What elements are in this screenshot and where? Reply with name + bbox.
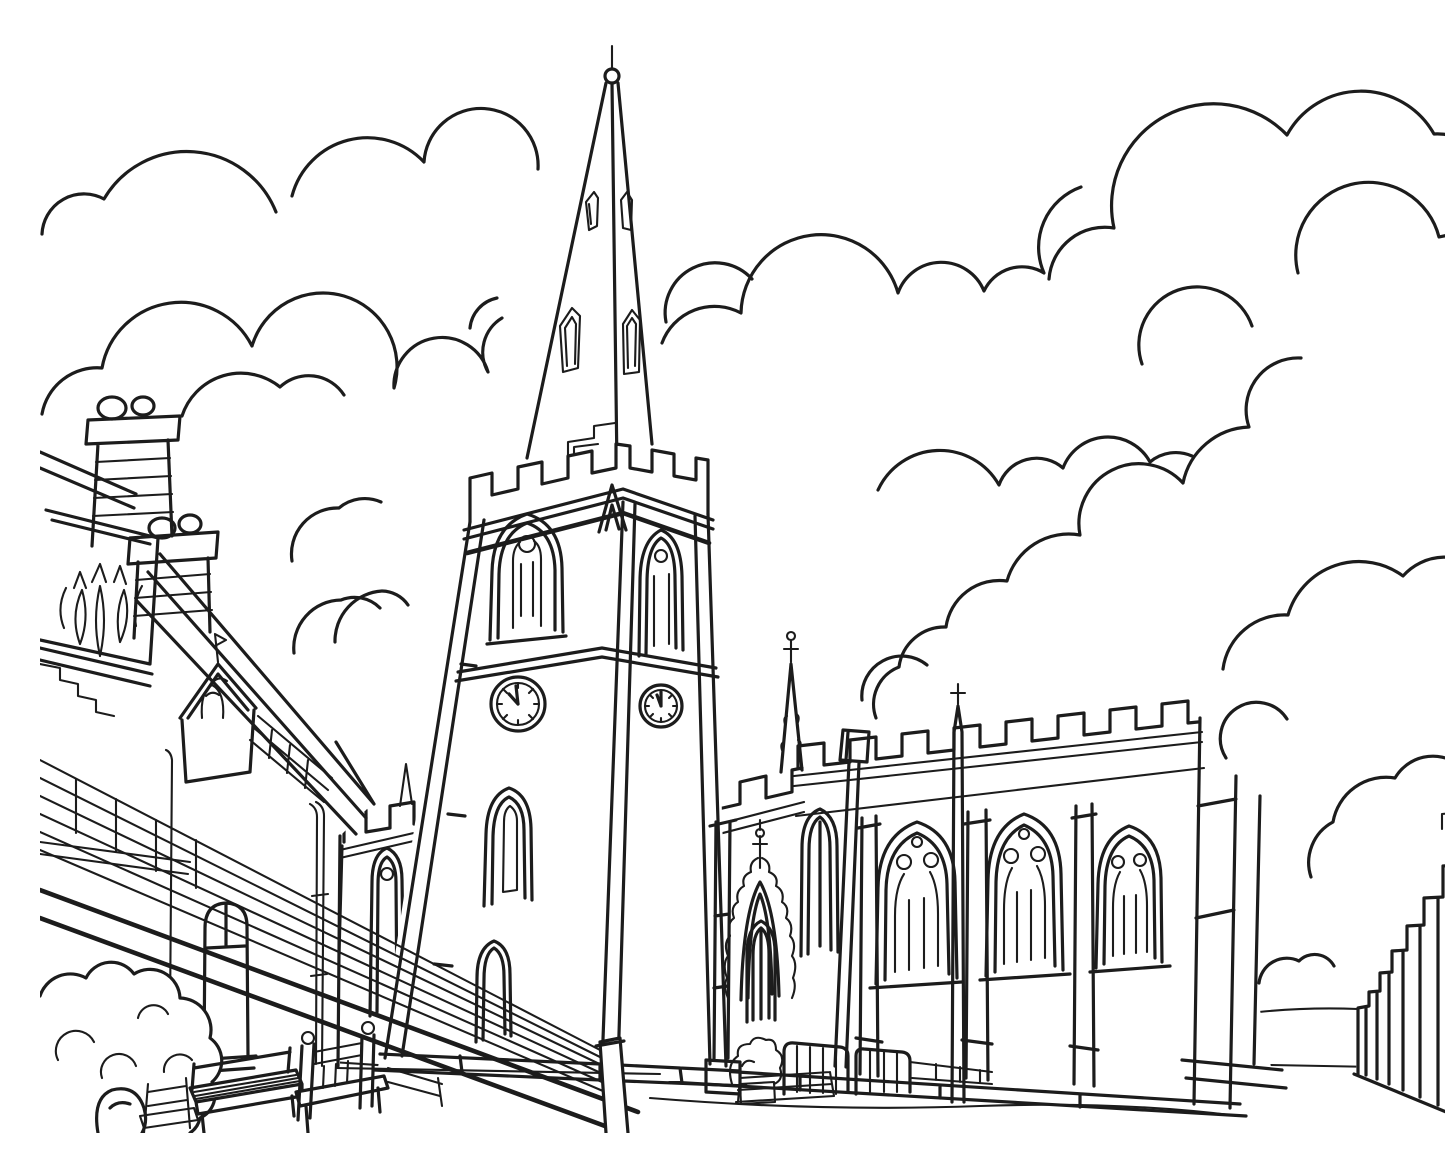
tower-face [376,442,730,1081]
line-art-scene [40,16,1445,1133]
cloud [182,373,344,416]
chimney-pot [132,397,154,415]
cloud [862,656,927,700]
cloud [1220,702,1445,877]
cloud [874,358,1301,718]
cloud [1223,557,1445,669]
porch-pinnacle-cross [784,640,798,662]
chimney-pot [98,397,126,419]
artwork-strokes [40,46,1445,1133]
porch-pinnacle-ball [787,632,795,640]
chimney-pot [179,515,201,533]
cloud [1139,287,1252,364]
flag-staff-cross [951,684,965,704]
right-pilaster-row [1259,810,1445,1133]
pilaster-row-face [1356,827,1445,1133]
cloud [42,108,538,328]
cloud [1049,91,1445,279]
cloud [1259,954,1334,983]
church-tower [374,46,746,1086]
coloring-page: Black-and-white line drawing of an Engli… [40,16,1445,1133]
church-nave [634,684,1286,1116]
